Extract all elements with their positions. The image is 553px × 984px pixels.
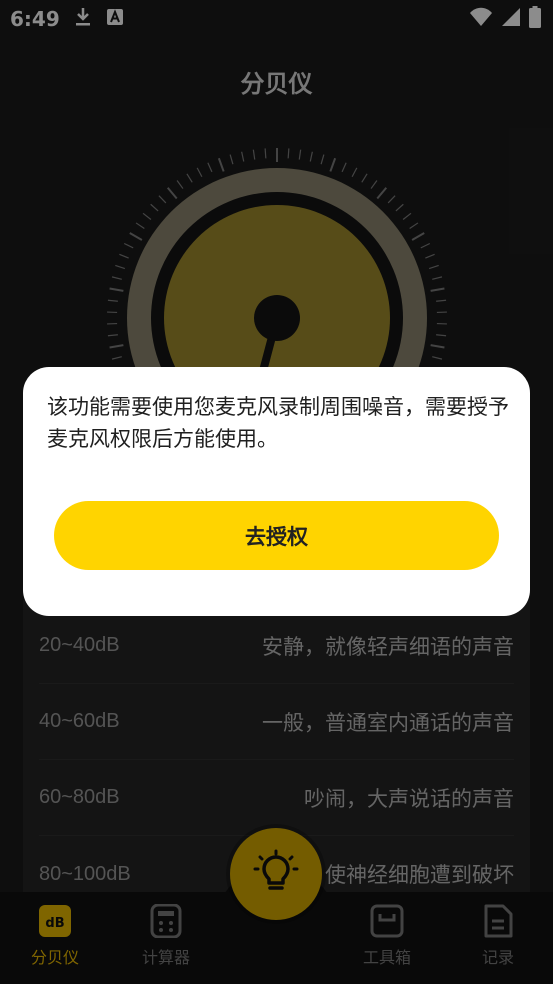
dialog-message: 该功能需要使用您麦克风录制周围噪音，需要授予麦克风权限后方能使用。 (47, 395, 509, 451)
permission-dialog: 该功能需要使用您麦克风录制周围噪音，需要授予麦克风权限后方能使用。 去授权 (23, 367, 530, 616)
authorize-button[interactable]: 去授权 (54, 501, 499, 570)
